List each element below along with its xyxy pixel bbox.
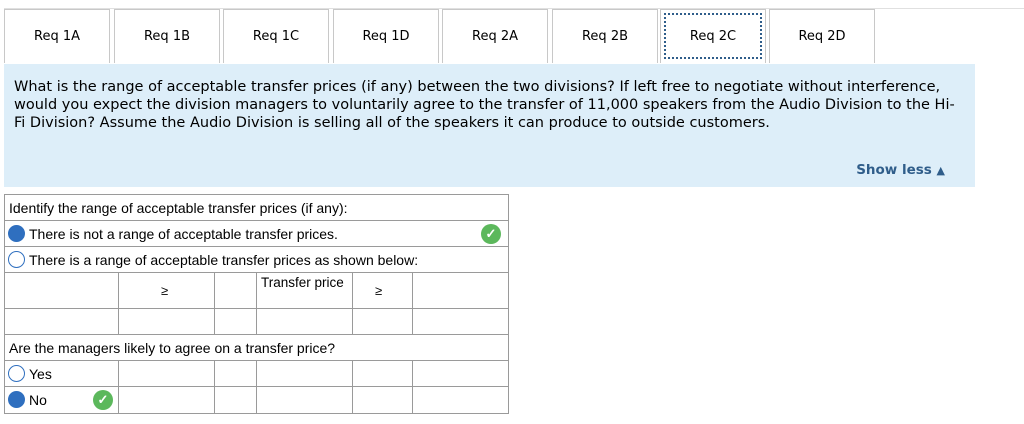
tab-req-2d[interactable]: Req 2D [769,9,875,63]
option-range-label: There is a range of acceptable transfer … [29,252,419,268]
range-input-row: ≥ Transfer price ≥ [5,273,508,309]
ge-symbol: ≥ [375,283,383,298]
tab-req-1b[interactable]: Req 1B [114,9,220,63]
option-no-range-row[interactable]: There is not a range of acceptable trans… [5,221,508,247]
tab-label: Req 2D [798,29,846,44]
empty-cell [215,387,257,413]
radio-no[interactable] [8,391,25,408]
option-yes-row[interactable]: Yes [5,361,508,387]
tab-label: Req 1A [34,29,80,44]
empty-cell [257,387,353,413]
check-circle-icon: ✓ [93,390,113,410]
q2-prompt: Are the managers likely to agree on a tr… [9,340,336,356]
option-range-row[interactable]: There is a range of acceptable transfer … [5,247,508,273]
question-text: What is the range of acceptable transfer… [14,79,955,131]
empty-row [5,309,508,335]
range-ge-cell-2: ≥ [353,273,413,308]
show-less-label: Show less [856,162,932,178]
q1-prompt-row: Identify the range of acceptable transfe… [5,195,508,221]
range-high-input[interactable] [413,273,508,308]
no-cell: No ✓ [5,387,119,413]
transfer-price-label: Transfer price [261,275,344,290]
range-ge-cell-1: ≥ [119,273,215,308]
tab-label: Req 2A [472,29,518,44]
check-circle-icon: ✓ [481,224,501,244]
tab-req-1c[interactable]: Req 1C [223,9,329,63]
empty-cell [119,387,215,413]
empty-cell [5,309,119,334]
empty-cell [215,361,257,386]
empty-cell [119,309,215,334]
tab-label: Req 1C [252,29,300,44]
q2-prompt-row: Are the managers likely to agree on a tr… [5,335,508,361]
tab-label: Req 1B [143,29,191,44]
radio-yes[interactable] [8,365,25,382]
option-no-row[interactable]: No ✓ [5,387,508,413]
tab-req-2b[interactable]: Req 2B [552,9,658,63]
empty-cell [215,309,257,334]
tab-label: Req 2B [581,29,629,44]
tab-req-1d[interactable]: Req 1D [333,9,439,63]
tab-label: Req 1D [362,29,410,44]
empty-cell [119,361,215,386]
option-no-range-label: There is not a range of acceptable trans… [29,226,338,242]
empty-cell [353,361,413,386]
empty-cell [257,309,353,334]
no-label: No [29,392,47,408]
question-panel: What is the range of acceptable transfer… [4,64,975,187]
radio-range[interactable] [8,251,25,268]
show-less-link[interactable]: Show less ▲ [856,161,945,180]
empty-cell [257,361,353,386]
answer-grid: Identify the range of acceptable transfe… [4,194,509,414]
transfer-price-cell: Transfer price [257,273,353,308]
yes-cell: Yes [5,361,119,386]
yes-label: Yes [29,366,52,382]
range-low-input[interactable] [5,273,119,308]
empty-cell [353,309,413,334]
q1-prompt: Identify the range of acceptable transfe… [9,200,348,216]
radio-no-range[interactable] [8,225,25,242]
tab-req-2c[interactable]: Req 2C [660,9,766,63]
range-blank-cell [215,273,257,308]
tab-req-1a[interactable]: Req 1A [4,9,110,63]
empty-cell [353,387,413,413]
triangle-up-icon: ▲ [936,164,945,177]
tab-label: Req 2C [689,29,737,44]
tab-bar: Req 1A Req 1B Req 1C Req 1D Req 2A Req 2… [4,8,1024,65]
tab-req-2a[interactable]: Req 2A [442,9,548,63]
ge-symbol: ≥ [161,283,169,298]
